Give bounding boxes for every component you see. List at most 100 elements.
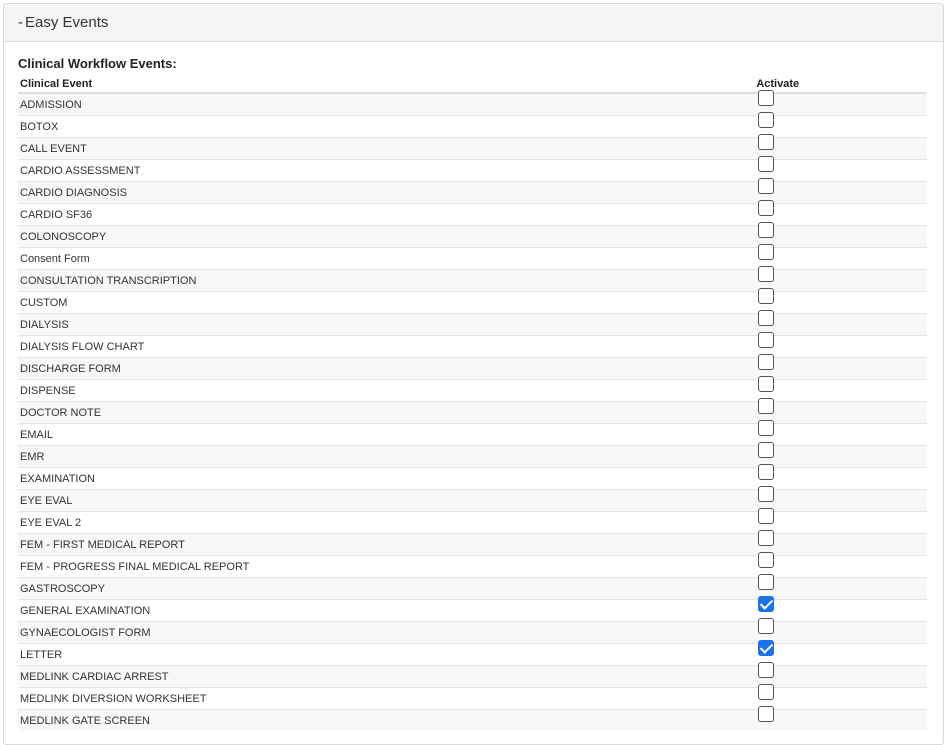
activate-checkbox[interactable] bbox=[758, 508, 775, 524]
column-header-activate: Activate bbox=[756, 76, 927, 94]
activate-checkbox[interactable] bbox=[758, 464, 775, 480]
activate-checkbox[interactable] bbox=[758, 200, 775, 216]
activate-cell bbox=[756, 266, 927, 292]
activate-checkbox[interactable] bbox=[758, 618, 775, 634]
table-row: DIALYSIS FLOW CHART bbox=[18, 332, 927, 358]
activate-checkbox[interactable] bbox=[758, 178, 775, 194]
activate-checkbox[interactable] bbox=[758, 552, 775, 568]
activate-checkbox[interactable] bbox=[758, 244, 775, 260]
easy-events-panel-header[interactable]: - Easy Events bbox=[4, 4, 943, 42]
activate-cell bbox=[756, 662, 927, 688]
activate-cell bbox=[756, 530, 927, 556]
clinical-event-label: CONSULTATION TRANSCRIPTION bbox=[18, 269, 757, 292]
clinical-event-label: Consent Form bbox=[18, 247, 757, 270]
clinical-event-label: LETTER bbox=[18, 643, 757, 666]
clinical-event-label: DISPENSE bbox=[18, 379, 757, 402]
activate-checkbox[interactable] bbox=[758, 398, 775, 414]
easy-events-panel: - Easy Events Clinical Workflow Events: … bbox=[3, 3, 944, 745]
clinical-event-label: CARDIO ASSESSMENT bbox=[18, 159, 757, 182]
table-row: CUSTOM bbox=[18, 288, 927, 314]
clinical-event-label: CARDIO DIAGNOSIS bbox=[18, 181, 757, 204]
activate-cell bbox=[756, 420, 927, 446]
activate-checkbox[interactable] bbox=[758, 486, 775, 502]
table-row: COLONOSCOPY bbox=[18, 222, 927, 248]
clinical-event-label: GENERAL EXAMINATION bbox=[18, 599, 757, 622]
activate-cell bbox=[756, 596, 927, 622]
table-row: EMAIL bbox=[18, 420, 927, 446]
activate-cell bbox=[756, 376, 927, 402]
clinical-event-label: EXAMINATION bbox=[18, 467, 757, 490]
table-row: MEDLINK GATE SCREEN bbox=[18, 706, 927, 731]
activate-checkbox[interactable] bbox=[758, 574, 775, 590]
clinical-event-label: DOCTOR NOTE bbox=[18, 401, 757, 424]
table-row: CARDIO SF36 bbox=[18, 200, 927, 226]
activate-cell bbox=[756, 222, 927, 248]
clinical-event-label: ADMISSION bbox=[18, 92, 757, 116]
clinical-event-label: CALL EVENT bbox=[18, 137, 757, 160]
table-row: DISPENSE bbox=[18, 376, 927, 402]
activate-cell bbox=[756, 156, 927, 182]
activate-checkbox[interactable] bbox=[758, 90, 775, 106]
table-row: GYNAECOLOGIST FORM bbox=[18, 618, 927, 644]
activate-checkbox[interactable] bbox=[758, 354, 775, 370]
table-header-row: Clinical Event Activate bbox=[18, 76, 927, 94]
table-row: MEDLINK DIVERSION WORKSHEET bbox=[18, 684, 927, 710]
activate-checkbox[interactable] bbox=[758, 332, 775, 348]
activate-checkbox[interactable] bbox=[758, 310, 775, 326]
activate-cell bbox=[756, 244, 927, 270]
clinical-event-label: MEDLINK CARDIAC ARREST bbox=[18, 665, 757, 688]
activate-checkbox[interactable] bbox=[758, 420, 775, 436]
activate-cell bbox=[756, 398, 927, 424]
activate-checkbox[interactable] bbox=[758, 376, 775, 392]
table-row: EYE EVAL bbox=[18, 486, 927, 512]
collapse-toggle-icon[interactable]: - bbox=[18, 14, 23, 31]
clinical-event-label: EMAIL bbox=[18, 423, 757, 446]
table-row: EMR bbox=[18, 442, 927, 468]
activate-checkbox[interactable] bbox=[758, 596, 775, 612]
activate-checkbox[interactable] bbox=[758, 706, 775, 722]
activate-cell bbox=[756, 310, 927, 336]
activate-checkbox[interactable] bbox=[758, 640, 775, 656]
table-row: DOCTOR NOTE bbox=[18, 398, 927, 424]
table-row: MEDLINK CARDIAC ARREST bbox=[18, 662, 927, 688]
clinical-event-label: DIALYSIS bbox=[18, 313, 757, 336]
activate-cell bbox=[756, 134, 927, 160]
activate-checkbox[interactable] bbox=[758, 222, 775, 238]
activate-checkbox[interactable] bbox=[758, 288, 775, 304]
activate-checkbox[interactable] bbox=[758, 530, 775, 546]
table-row: LETTER bbox=[18, 640, 927, 666]
panel-title: Easy Events bbox=[25, 14, 109, 31]
clinical-event-label: DIALYSIS FLOW CHART bbox=[18, 335, 757, 358]
table-body: ADMISSION BOTOX CALL EVENT CARDIO ASSESSMEN… bbox=[18, 90, 927, 731]
activate-cell bbox=[756, 618, 927, 644]
clinical-event-label: GASTROSCOPY bbox=[18, 577, 757, 600]
activate-checkbox[interactable] bbox=[758, 156, 775, 172]
table-row: GENERAL EXAMINATION bbox=[18, 596, 927, 622]
clinical-event-label: COLONOSCOPY bbox=[18, 225, 757, 248]
activate-cell bbox=[756, 354, 927, 380]
activate-checkbox[interactable] bbox=[758, 134, 775, 150]
clinical-event-label: GYNAECOLOGIST FORM bbox=[18, 621, 757, 644]
table-row: CONSULTATION TRANSCRIPTION bbox=[18, 266, 927, 292]
clinical-event-label: EYE EVAL 2 bbox=[18, 511, 757, 534]
activate-cell bbox=[756, 90, 927, 116]
table-row: BOTOX bbox=[18, 112, 927, 138]
table-row: ADMISSION bbox=[18, 90, 927, 116]
table-row: EYE EVAL 2 bbox=[18, 508, 927, 534]
clinical-events-table: Clinical Event Activate ADMISSION BOTOX CA… bbox=[18, 76, 927, 731]
clinical-event-label: EYE EVAL bbox=[18, 489, 757, 512]
table-row: CARDIO DIAGNOSIS bbox=[18, 178, 927, 204]
clinical-event-label: DISCHARGE FORM bbox=[18, 357, 757, 380]
activate-cell bbox=[756, 112, 927, 138]
activate-checkbox[interactable] bbox=[758, 442, 775, 458]
section-title: Clinical Workflow Events: bbox=[18, 56, 177, 71]
table-row: EXAMINATION bbox=[18, 464, 927, 490]
activate-cell bbox=[756, 706, 927, 731]
activate-checkbox[interactable] bbox=[758, 662, 775, 678]
activate-checkbox[interactable] bbox=[758, 112, 775, 128]
clinical-event-label: EMR bbox=[18, 445, 757, 468]
activate-cell bbox=[756, 464, 927, 490]
activate-checkbox[interactable] bbox=[758, 684, 775, 700]
activate-checkbox[interactable] bbox=[758, 266, 775, 282]
activate-cell bbox=[756, 178, 927, 204]
